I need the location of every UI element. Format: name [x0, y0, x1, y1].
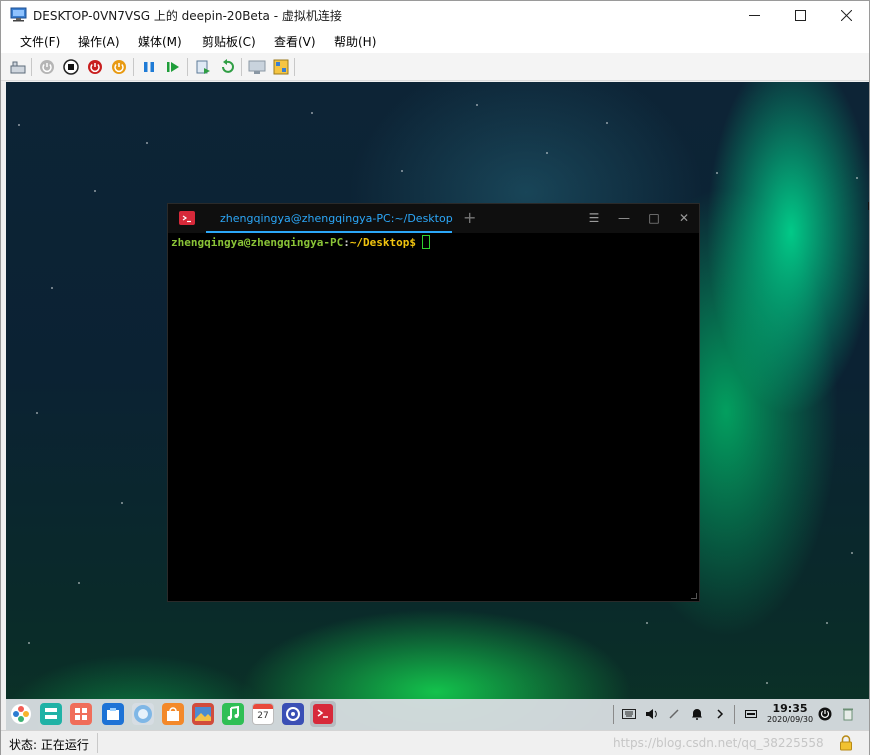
- music-icon[interactable]: [222, 703, 244, 725]
- terminal-app-icon: [179, 211, 195, 225]
- new-tab-button[interactable]: +: [463, 208, 476, 227]
- resume-icon: [167, 62, 179, 72]
- vm-screen[interactable]: zhengqingya@zhengqingya-PC:~/Desktop + ☰…: [6, 82, 869, 730]
- minimize-button[interactable]: [731, 1, 777, 30]
- text-cursor: [422, 235, 431, 249]
- title-bar: DESKTOP-0VN7VSG 上的 deepin-20Beta - 虚拟机连接: [1, 1, 869, 30]
- lock-icon: [840, 735, 852, 751]
- toolbar: [1, 53, 869, 81]
- revert-button[interactable]: [218, 58, 236, 76]
- turn-off-button[interactable]: [62, 58, 80, 76]
- terminal-close-button[interactable]: ✕: [677, 211, 691, 225]
- checkpoint-button[interactable]: [194, 58, 212, 76]
- launcher-icon[interactable]: [10, 703, 32, 725]
- taskbar-dock: 27 19:35 2020/09/30: [6, 699, 869, 730]
- ctrl-alt-del-icon: [10, 61, 26, 74]
- show-desktop-icon[interactable]: [744, 707, 758, 721]
- share-button[interactable]: [272, 58, 290, 76]
- save-button[interactable]: [110, 58, 128, 76]
- menu-media[interactable]: 媒体(M): [138, 33, 182, 50]
- share-icon: [273, 59, 289, 75]
- terminal-maximize-button[interactable]: □: [647, 211, 661, 225]
- menu-action[interactable]: 操作(A): [78, 33, 120, 50]
- resize-grip[interactable]: [691, 593, 697, 599]
- terminal-minimize-button[interactable]: —: [617, 211, 631, 225]
- terminal-icon: [317, 709, 328, 718]
- watermark: https://blog.csdn.net/qq_38225558: [613, 736, 824, 750]
- enhanced-session-icon: [248, 60, 266, 74]
- app-store-bag-icon[interactable]: [162, 703, 184, 725]
- status-text: 状态: 正在运行: [9, 738, 89, 752]
- chevron-right-icon[interactable]: [713, 707, 727, 721]
- maximize-button[interactable]: [777, 1, 823, 30]
- checkpoint-icon: [196, 60, 210, 74]
- menu-file[interactable]: 文件(F): [20, 33, 60, 50]
- close-icon: [840, 10, 852, 21]
- vm-connection-icon: [10, 7, 27, 22]
- pause-icon: [144, 62, 154, 72]
- clock-date: 2020/09/30: [766, 715, 814, 724]
- mouse-cursor-mark: [868, 202, 869, 210]
- terminal-menu-button[interactable]: ☰: [587, 211, 601, 225]
- browser-icon[interactable]: [132, 703, 154, 725]
- terminal-prompt[interactable]: zhengqingya@zhengqingya-PC:~/Desktop$: [171, 235, 431, 249]
- close-button[interactable]: [823, 1, 869, 30]
- multitasking-icon[interactable]: [40, 703, 62, 725]
- vm-connection-window: DESKTOP-0VN7VSG 上的 deepin-20Beta - 虚拟机连接…: [0, 0, 870, 755]
- prompt-user-host: zhengqingya@zhengqingya-PC: [171, 236, 344, 249]
- volume-icon[interactable]: [645, 707, 659, 721]
- settings-icon[interactable]: [282, 703, 304, 725]
- prompt-path: ~/Desktop: [349, 236, 410, 249]
- start-button[interactable]: [38, 58, 56, 76]
- menu-view[interactable]: 查看(V): [274, 33, 316, 50]
- power-icon[interactable]: [818, 707, 832, 721]
- ctrl-alt-del-button[interactable]: [9, 58, 27, 76]
- revert-icon: [222, 59, 234, 73]
- terminal-dock-item[interactable]: [310, 701, 336, 727]
- keyboard-icon[interactable]: [622, 707, 636, 721]
- pause-button[interactable]: [140, 58, 158, 76]
- resume-button[interactable]: [164, 58, 182, 76]
- menu-bar: 文件(F) 操作(A) 媒体(M) 剪贴板(C) 查看(V) 帮助(H): [1, 30, 869, 53]
- terminal-tab-bar: zhengqingya@zhengqingya-PC:~/Desktop + ☰…: [168, 204, 699, 233]
- turn-off-icon: [63, 59, 79, 75]
- terminal-tab[interactable]: zhengqingya@zhengqingya-PC:~/Desktop: [206, 204, 453, 233]
- menu-clipboard[interactable]: 剪贴板(C): [202, 33, 256, 50]
- network-icon[interactable]: [667, 707, 681, 721]
- save-icon: [112, 60, 126, 74]
- calendar-icon[interactable]: 27: [252, 703, 274, 725]
- minimize-icon: [748, 15, 760, 16]
- shut-down-icon: [88, 60, 102, 74]
- window-title: DESKTOP-0VN7VSG 上的 deepin-20Beta - 虚拟机连接: [33, 9, 342, 23]
- terminal-window[interactable]: zhengqingya@zhengqingya-PC:~/Desktop + ☰…: [167, 203, 700, 602]
- clock[interactable]: 19:35 2020/09/30: [764, 702, 816, 724]
- image-viewer-icon[interactable]: [192, 703, 214, 725]
- notification-bell-icon[interactable]: [690, 707, 704, 721]
- status-bar: 状态: 正在运行 https://blog.csdn.net/qq_382255…: [1, 730, 869, 755]
- prompt-dollar: $: [409, 236, 417, 249]
- file-manager-icon[interactable]: [102, 703, 124, 725]
- app-store-icon[interactable]: [70, 703, 92, 725]
- clock-time: 19:35: [772, 702, 808, 715]
- maximize-icon: [794, 10, 806, 21]
- start-icon: [40, 60, 54, 74]
- terminal-tab-title: zhengqingya@zhengqingya-PC:~/Desktop: [220, 212, 453, 225]
- enhanced-session-button[interactable]: [248, 58, 266, 76]
- trash-icon[interactable]: [841, 707, 855, 721]
- menu-help[interactable]: 帮助(H): [334, 33, 376, 50]
- shut-down-button[interactable]: [86, 58, 104, 76]
- prompt-separator: :: [343, 236, 350, 249]
- calendar-day: 27: [257, 711, 269, 721]
